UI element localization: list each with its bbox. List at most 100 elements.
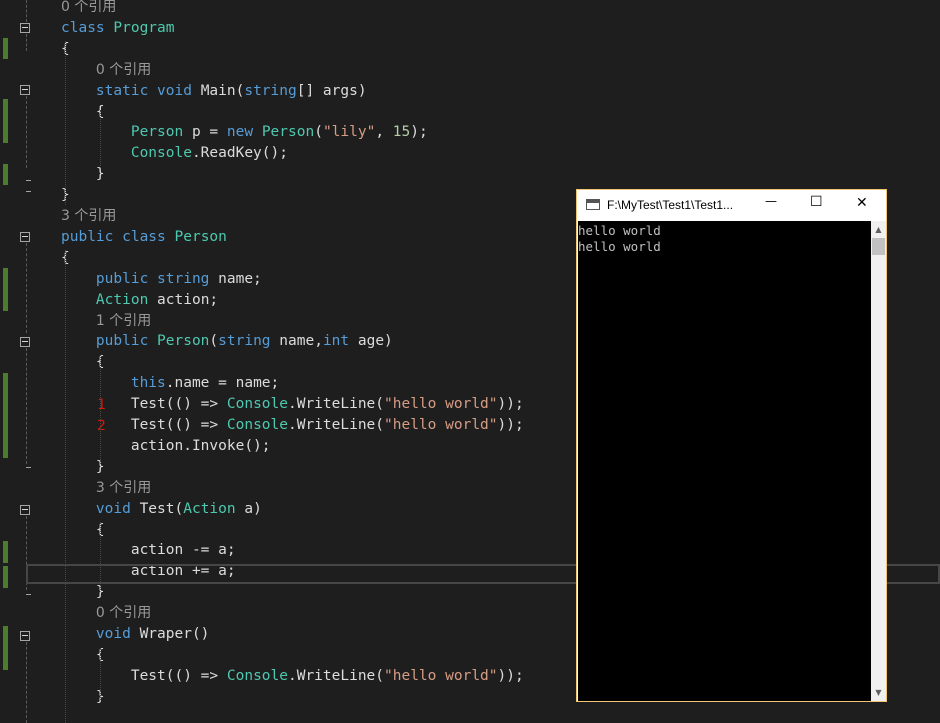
code-line[interactable]: Test(() => Console.WriteLine("hello worl… xyxy=(61,394,524,415)
code-token: Program xyxy=(113,20,175,36)
code-line[interactable]: } xyxy=(61,457,105,478)
codelens-reference-count[interactable]: 3 个引用 xyxy=(61,208,116,224)
codelens-reference-count[interactable]: 0 个引用 xyxy=(96,62,151,78)
code-line[interactable]: void Test(Action a) xyxy=(61,499,262,520)
close-button[interactable]: ✕ xyxy=(840,190,886,221)
code-token: Test( xyxy=(139,501,184,517)
code-token: .WriteLine( xyxy=(287,396,385,412)
collapse-icon[interactable] xyxy=(20,337,30,347)
console-output-line: hello world xyxy=(578,223,661,238)
codelens-reference-count[interactable]: 1 个引用 xyxy=(96,313,151,329)
minimize-icon: — xyxy=(765,194,777,208)
close-icon: ✕ xyxy=(856,195,868,211)
code-token: "hello world" xyxy=(384,417,498,433)
minimize-button[interactable]: — xyxy=(748,190,794,221)
code-line[interactable]: 3 个引用 xyxy=(61,206,116,227)
code-token: [] args) xyxy=(296,83,367,99)
code-line[interactable]: Console.ReadKey(); xyxy=(61,143,288,164)
code-line[interactable]: this.name = name; xyxy=(61,373,279,394)
code-token: )); xyxy=(497,396,524,412)
code-line[interactable]: { xyxy=(61,520,105,541)
code-token: this xyxy=(130,375,166,391)
collapse-icon[interactable] xyxy=(20,631,30,641)
code-token: action.Invoke(); xyxy=(61,438,271,454)
code-token: action -= a; xyxy=(61,542,236,558)
indent-guide xyxy=(65,41,67,205)
scroll-up-icon[interactable]: ▲ xyxy=(871,221,886,238)
code-token: .name = name; xyxy=(165,375,280,391)
console-scrollbar[interactable]: ▲ ▼ xyxy=(871,221,886,701)
code-token: Test(() => xyxy=(61,417,227,433)
code-line[interactable]: { xyxy=(61,102,105,123)
code-token: void xyxy=(95,501,140,517)
code-token: { xyxy=(61,354,105,370)
code-token: name, xyxy=(270,333,323,349)
indent-guide xyxy=(65,250,67,723)
code-line[interactable]: static void Main(string[] args) xyxy=(61,81,367,102)
code-token: , xyxy=(375,124,393,140)
code-line[interactable]: void Wraper() xyxy=(61,624,210,645)
code-token: } xyxy=(61,584,105,600)
collapse-icon[interactable] xyxy=(20,232,30,242)
console-app-icon xyxy=(586,199,600,210)
code-token: ); xyxy=(410,124,428,140)
collapse-icon[interactable] xyxy=(20,505,30,515)
code-token: Action xyxy=(95,292,149,308)
code-line[interactable]: class Program xyxy=(61,18,175,39)
codelens-reference-count[interactable]: 0 个引用 xyxy=(61,0,116,15)
code-line[interactable]: 3 个引用 xyxy=(61,478,151,499)
code-token: } xyxy=(61,689,105,705)
code-line[interactable]: } xyxy=(61,687,105,708)
code-line[interactable]: 0 个引用 xyxy=(61,603,151,624)
code-line[interactable]: } xyxy=(61,582,105,603)
outline-end xyxy=(26,467,31,468)
code-line[interactable]: action.Invoke(); xyxy=(61,436,271,457)
code-token: Person xyxy=(130,124,184,140)
code-line[interactable]: Test(() => Console.WriteLine("hello worl… xyxy=(61,415,524,436)
code-line[interactable]: 0 个引用 xyxy=(61,60,151,81)
code-token: class xyxy=(61,20,114,36)
change-gutter xyxy=(0,0,8,723)
code-token: Test(() => xyxy=(61,668,227,684)
collapse-icon[interactable] xyxy=(20,85,30,95)
code-line[interactable]: Person p = new Person("lily", 15); xyxy=(61,122,428,143)
code-token: new xyxy=(226,124,262,140)
console-output-area[interactable]: hello world hello world xyxy=(578,221,871,701)
outline-end xyxy=(26,191,31,192)
code-token: public xyxy=(95,333,158,349)
code-line[interactable]: { xyxy=(61,645,105,666)
code-token: int xyxy=(322,333,350,349)
console-titlebar[interactable]: F:\MyTest\Test1\Test1... — ☐ ✕ xyxy=(577,190,886,221)
maximize-icon: ☐ xyxy=(810,194,823,210)
outline-end xyxy=(26,594,31,595)
code-line[interactable]: Test(() => Console.WriteLine("hello worl… xyxy=(61,666,524,687)
codelens-reference-count[interactable]: 3 个引用 xyxy=(96,480,151,496)
codelens-reference-count[interactable]: 0 个引用 xyxy=(96,605,151,621)
code-token: "hello world" xyxy=(384,668,498,684)
code-token: { xyxy=(61,522,105,538)
code-line[interactable]: 1 个引用 xyxy=(61,311,151,332)
code-token: Person xyxy=(157,333,210,349)
code-token: a) xyxy=(235,501,262,517)
code-token: public class xyxy=(61,229,175,245)
code-token: name; xyxy=(218,271,262,287)
code-line[interactable]: action -= a; xyxy=(61,540,236,561)
code-token: Console xyxy=(130,145,192,161)
console-window[interactable]: F:\MyTest\Test1\Test1... — ☐ ✕ hello wor… xyxy=(576,189,887,702)
outline-line xyxy=(26,34,28,51)
scroll-down-icon[interactable]: ▼ xyxy=(871,684,886,701)
code-line[interactable]: public string name; xyxy=(61,269,262,290)
maximize-button[interactable]: ☐ xyxy=(794,190,840,221)
code-token: p = xyxy=(183,124,227,140)
code-token: } xyxy=(61,459,105,475)
code-line[interactable]: } xyxy=(61,164,105,185)
code-line[interactable]: public class Person xyxy=(61,227,227,248)
code-token: Console xyxy=(226,396,288,412)
scroll-thumb[interactable] xyxy=(872,238,885,255)
collapse-icon[interactable] xyxy=(20,23,30,33)
code-line[interactable]: Action action; xyxy=(61,290,218,311)
code-line[interactable]: public Person(string name,int age) xyxy=(61,331,393,352)
code-line[interactable]: { xyxy=(61,352,105,373)
code-token: public string xyxy=(95,271,219,287)
code-line[interactable]: 0 个引用 xyxy=(61,0,116,18)
